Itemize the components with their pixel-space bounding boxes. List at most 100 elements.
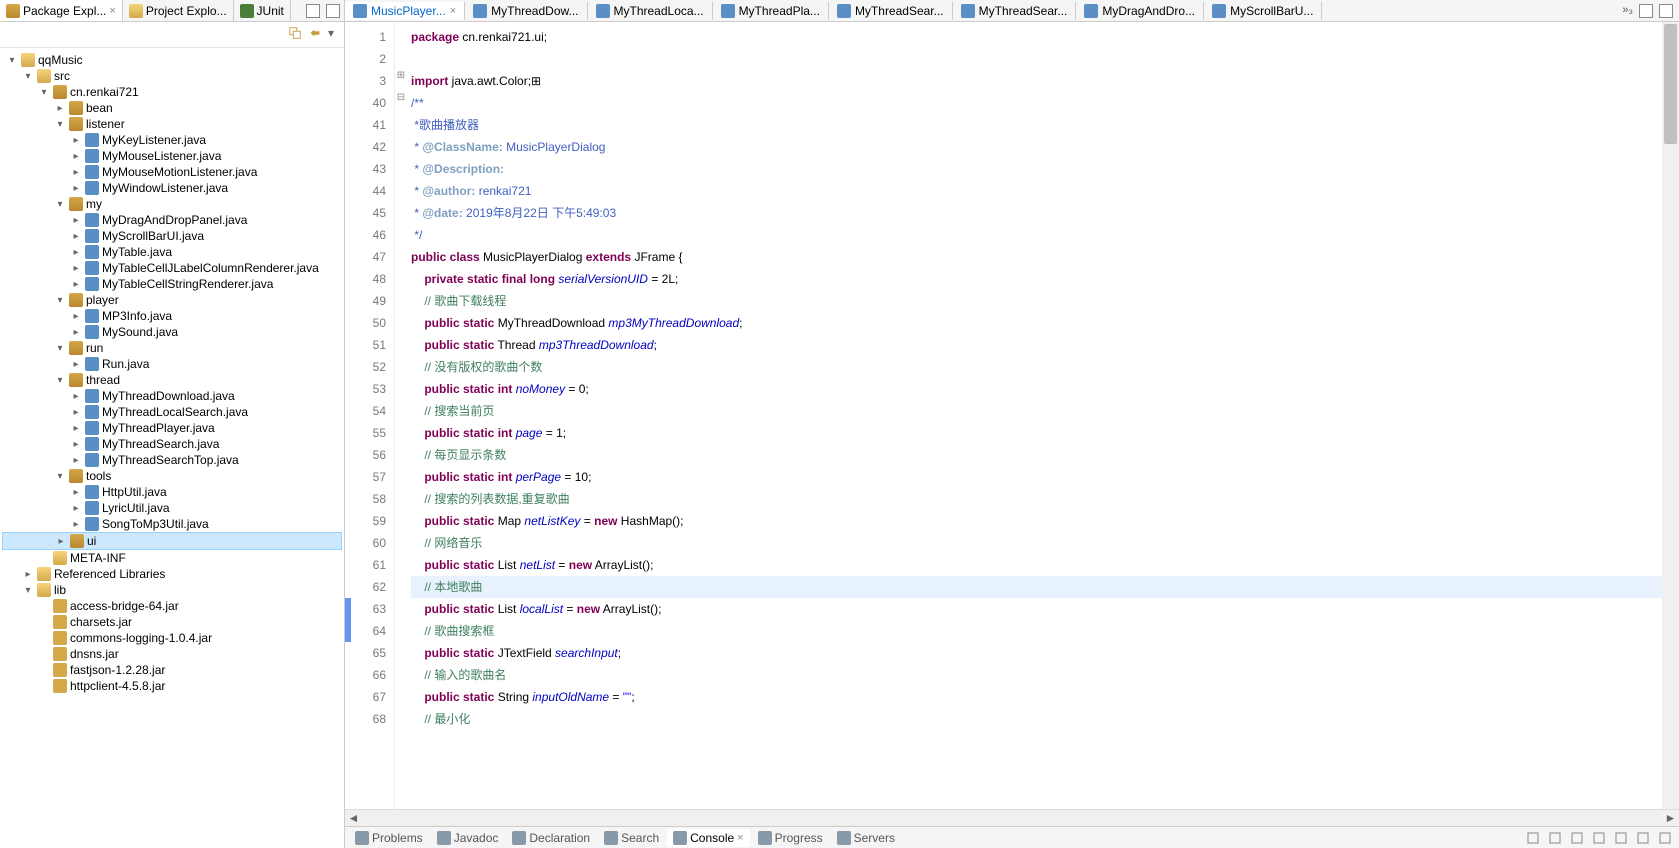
bottom-tab-javadoc[interactable]: Javadoc bbox=[431, 829, 505, 847]
tree-node[interactable]: ▾listener bbox=[2, 116, 342, 132]
bottom-tab-declaration[interactable]: Declaration bbox=[506, 829, 596, 847]
maximize-icon[interactable] bbox=[1659, 4, 1673, 18]
expand-icon[interactable]: ▸ bbox=[70, 439, 82, 450]
code-line[interactable]: /** bbox=[411, 92, 1673, 114]
tree-node[interactable]: ▸MyThreadSearch.java bbox=[2, 436, 342, 452]
tree-node[interactable]: ▸MyMouseMotionListener.java bbox=[2, 164, 342, 180]
code-line[interactable]: public static String inputOldName = ""; bbox=[411, 686, 1673, 708]
tree-node[interactable]: ▸MP3Info.java bbox=[2, 308, 342, 324]
tab-junit[interactable]: JUnit bbox=[234, 0, 291, 21]
remove-all-icon[interactable] bbox=[1592, 831, 1606, 845]
editor-tab[interactable]: MyScrollBarU... bbox=[1204, 2, 1322, 20]
tree-node[interactable]: httpclient-4.5.8.jar bbox=[2, 678, 342, 694]
tree-node[interactable]: ▾tools bbox=[2, 468, 342, 484]
display-icon[interactable] bbox=[1548, 831, 1562, 845]
expand-icon[interactable]: ▸ bbox=[70, 487, 82, 498]
code-line[interactable]: public static int noMoney = 0; bbox=[411, 378, 1673, 400]
expand-icon[interactable]: ▸ bbox=[70, 519, 82, 530]
tree-node[interactable]: ▸MyTableCellStringRenderer.java bbox=[2, 276, 342, 292]
expand-icon[interactable]: ▸ bbox=[70, 407, 82, 418]
tree-node[interactable]: ▸MyMouseListener.java bbox=[2, 148, 342, 164]
tree-node[interactable]: ▸Referenced Libraries bbox=[2, 566, 342, 582]
view-menu-icon[interactable]: ▾ bbox=[328, 26, 334, 43]
expand-icon[interactable]: ▸ bbox=[70, 167, 82, 178]
scroll-thumb[interactable] bbox=[1664, 24, 1677, 144]
tree-node[interactable]: ▾thread bbox=[2, 372, 342, 388]
bottom-tab-console[interactable]: Console × bbox=[667, 829, 749, 847]
editor-tab[interactable]: MyThreadLoca... bbox=[588, 2, 713, 20]
bottom-tab-problems[interactable]: Problems bbox=[349, 829, 429, 847]
tree-node[interactable]: ▾run bbox=[2, 340, 342, 356]
editor-tab[interactable]: MyThreadSear... bbox=[953, 2, 1077, 20]
code-line[interactable]: public static List localList = new Array… bbox=[411, 598, 1673, 620]
vertical-scrollbar[interactable] bbox=[1662, 22, 1679, 809]
code-line[interactable]: public static Map netListKey = new HashM… bbox=[411, 510, 1673, 532]
project-tree[interactable]: ▾qqMusic▾src▾cn.renkai721▸bean▾listener▸… bbox=[0, 48, 344, 848]
editor-tab[interactable]: MyThreadSear... bbox=[829, 2, 953, 20]
tree-node[interactable]: charsets.jar bbox=[2, 614, 342, 630]
tab-package-explorer[interactable]: Package Expl... × bbox=[0, 0, 123, 21]
tree-node[interactable]: ▸MyTableCellJLabelColumnRenderer.java bbox=[2, 260, 342, 276]
expand-icon[interactable]: ▸ bbox=[70, 279, 82, 290]
code-line[interactable]: public static List netList = new ArrayLi… bbox=[411, 554, 1673, 576]
code-line[interactable] bbox=[411, 48, 1673, 70]
expand-icon[interactable]: ▸ bbox=[70, 359, 82, 370]
code-line[interactable]: // 歌曲下载线程 bbox=[411, 290, 1673, 312]
tree-node[interactable]: ▸LyricUtil.java bbox=[2, 500, 342, 516]
code-line[interactable]: * @author: renkai721 bbox=[411, 180, 1673, 202]
close-icon[interactable]: × bbox=[450, 5, 456, 17]
editor-tab[interactable]: MusicPlayer...× bbox=[345, 2, 465, 20]
code-editor[interactable]: 1234041424344454647484950515253545556575… bbox=[345, 22, 1679, 809]
code-line[interactable]: public static int page = 1; bbox=[411, 422, 1673, 444]
bottom-tab-search[interactable]: Search bbox=[598, 829, 665, 847]
tree-node[interactable]: ▸ui bbox=[2, 532, 342, 550]
code-content[interactable]: package cn.renkai721.ui;import java.awt.… bbox=[395, 22, 1679, 809]
code-line[interactable]: public static MyThreadDownload mp3MyThre… bbox=[411, 312, 1673, 334]
tree-node[interactable]: ▾lib bbox=[2, 582, 342, 598]
bottom-tab-progress[interactable]: Progress bbox=[752, 829, 829, 847]
tree-node[interactable]: ▾player bbox=[2, 292, 342, 308]
code-line[interactable]: public static Thread mp3ThreadDownload; bbox=[411, 334, 1673, 356]
code-line[interactable]: // 本地歌曲 bbox=[411, 576, 1673, 598]
tree-node[interactable]: ▸MyScrollBarUI.java bbox=[2, 228, 342, 244]
overflow-indicator[interactable]: »₃ bbox=[1622, 4, 1633, 18]
maximize-icon[interactable] bbox=[1658, 831, 1672, 845]
minimize-icon[interactable] bbox=[1639, 4, 1653, 18]
tree-node[interactable]: ▸SongToMp3Util.java bbox=[2, 516, 342, 532]
expand-icon[interactable]: ▸ bbox=[70, 391, 82, 402]
tree-node[interactable]: ▸bean bbox=[2, 100, 342, 116]
expand-icon[interactable]: ▸ bbox=[70, 311, 82, 322]
expand-icon[interactable]: ▸ bbox=[70, 327, 82, 338]
close-icon[interactable]: × bbox=[109, 5, 115, 17]
collapse-all-icon[interactable] bbox=[288, 26, 302, 43]
code-line[interactable]: * @ClassName: MusicPlayerDialog bbox=[411, 136, 1673, 158]
expand-icon[interactable]: ▾ bbox=[54, 343, 66, 354]
expand-icon[interactable]: ▸ bbox=[70, 231, 82, 242]
tab-project-explorer[interactable]: Project Explo... bbox=[123, 0, 234, 21]
tree-node[interactable]: ▸MySound.java bbox=[2, 324, 342, 340]
code-line[interactable]: *歌曲播放器 bbox=[411, 114, 1673, 136]
code-line[interactable]: public static JTextField searchInput; bbox=[411, 642, 1673, 664]
scroll-right-icon[interactable]: ► bbox=[1662, 811, 1679, 825]
expand-icon[interactable]: ▸ bbox=[70, 215, 82, 226]
code-line[interactable]: // 歌曲搜索框 bbox=[411, 620, 1673, 642]
expand-icon[interactable]: ▾ bbox=[38, 87, 50, 98]
expand-icon[interactable]: ▾ bbox=[54, 471, 66, 482]
code-line[interactable]: // 每页显示条数 bbox=[411, 444, 1673, 466]
expand-icon[interactable]: ▾ bbox=[22, 585, 34, 596]
minimize-icon[interactable] bbox=[306, 4, 320, 18]
tree-node[interactable]: ▸MyThreadLocalSearch.java bbox=[2, 404, 342, 420]
expand-icon[interactable]: ▸ bbox=[70, 247, 82, 258]
expand-icon[interactable]: ▸ bbox=[70, 135, 82, 146]
tree-node[interactable]: ▸MyThreadPlayer.java bbox=[2, 420, 342, 436]
expand-icon[interactable]: ▾ bbox=[54, 295, 66, 306]
tree-node[interactable]: ▸MyTable.java bbox=[2, 244, 342, 260]
fold-gutter[interactable]: ⊞⊟ bbox=[395, 26, 407, 730]
code-line[interactable]: package cn.renkai721.ui; bbox=[411, 26, 1673, 48]
tree-node[interactable]: ▸MyThreadDownload.java bbox=[2, 388, 342, 404]
tree-node[interactable]: dnsns.jar bbox=[2, 646, 342, 662]
tree-node[interactable]: ▾my bbox=[2, 196, 342, 212]
tree-node[interactable]: ▸MyWindowListener.java bbox=[2, 180, 342, 196]
code-line[interactable]: // 搜索的列表数据,重复歌曲 bbox=[411, 488, 1673, 510]
expand-icon[interactable]: ▸ bbox=[22, 569, 34, 580]
